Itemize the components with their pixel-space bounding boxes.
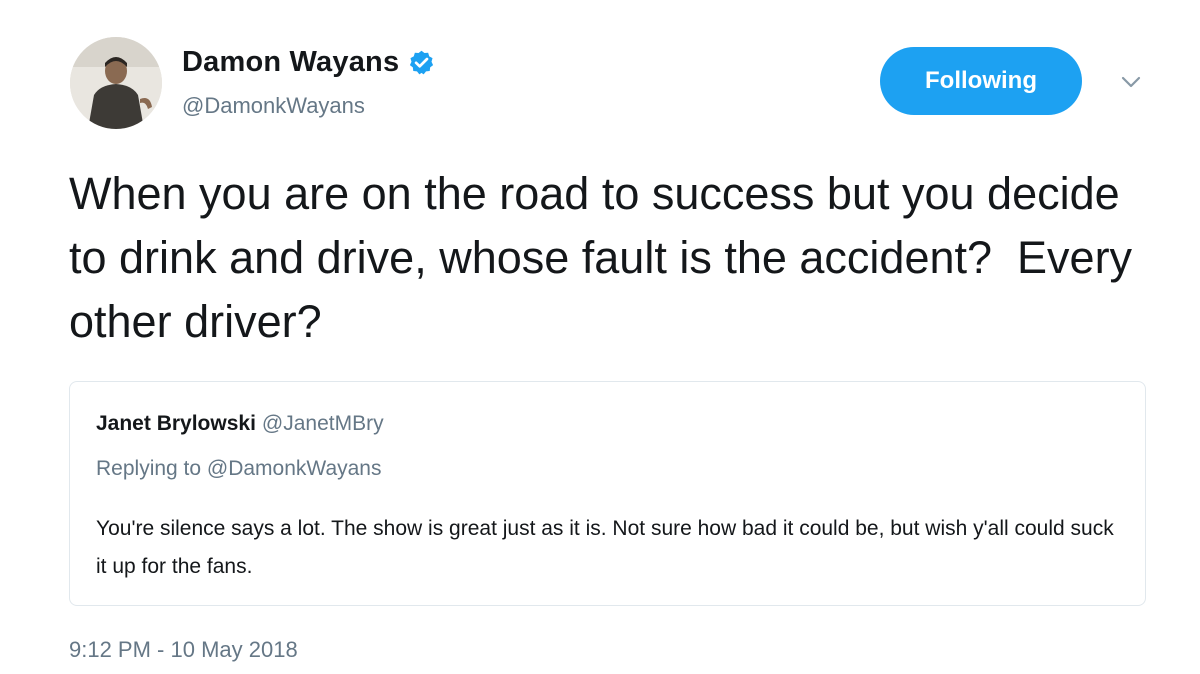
quoted-tweet-header: Janet Brylowski @JanetMBry xyxy=(96,412,384,436)
following-button[interactable]: Following xyxy=(880,47,1082,115)
author-handle[interactable]: @DamonkWayans xyxy=(182,93,365,119)
quoted-replying-to: Replying to @DamonkWayans xyxy=(96,457,382,480)
tweet-timestamp[interactable]: 9:12 PM - 10 May 2018 xyxy=(69,637,298,663)
quoted-tweet-text: You're silence says a lot. The show is g… xyxy=(96,517,1114,578)
author-display-name[interactable]: Damon Wayans xyxy=(182,46,399,79)
tweet-card: Damon Wayans @DamonkWayans Following Whe… xyxy=(0,0,1200,674)
avatar[interactable] xyxy=(70,37,162,129)
tweet-text: When you are on the road to success but … xyxy=(69,168,1145,347)
author-name-row: Damon Wayans xyxy=(182,44,435,80)
chevron-down-icon[interactable] xyxy=(1118,72,1144,92)
quoted-tweet[interactable]: Janet Brylowski @JanetMBry Replying to @D… xyxy=(69,381,1146,606)
verified-badge-icon xyxy=(408,49,435,76)
quoted-author-handle: @JanetMBry xyxy=(261,412,384,435)
quoted-author-name: Janet Brylowski xyxy=(96,412,256,435)
